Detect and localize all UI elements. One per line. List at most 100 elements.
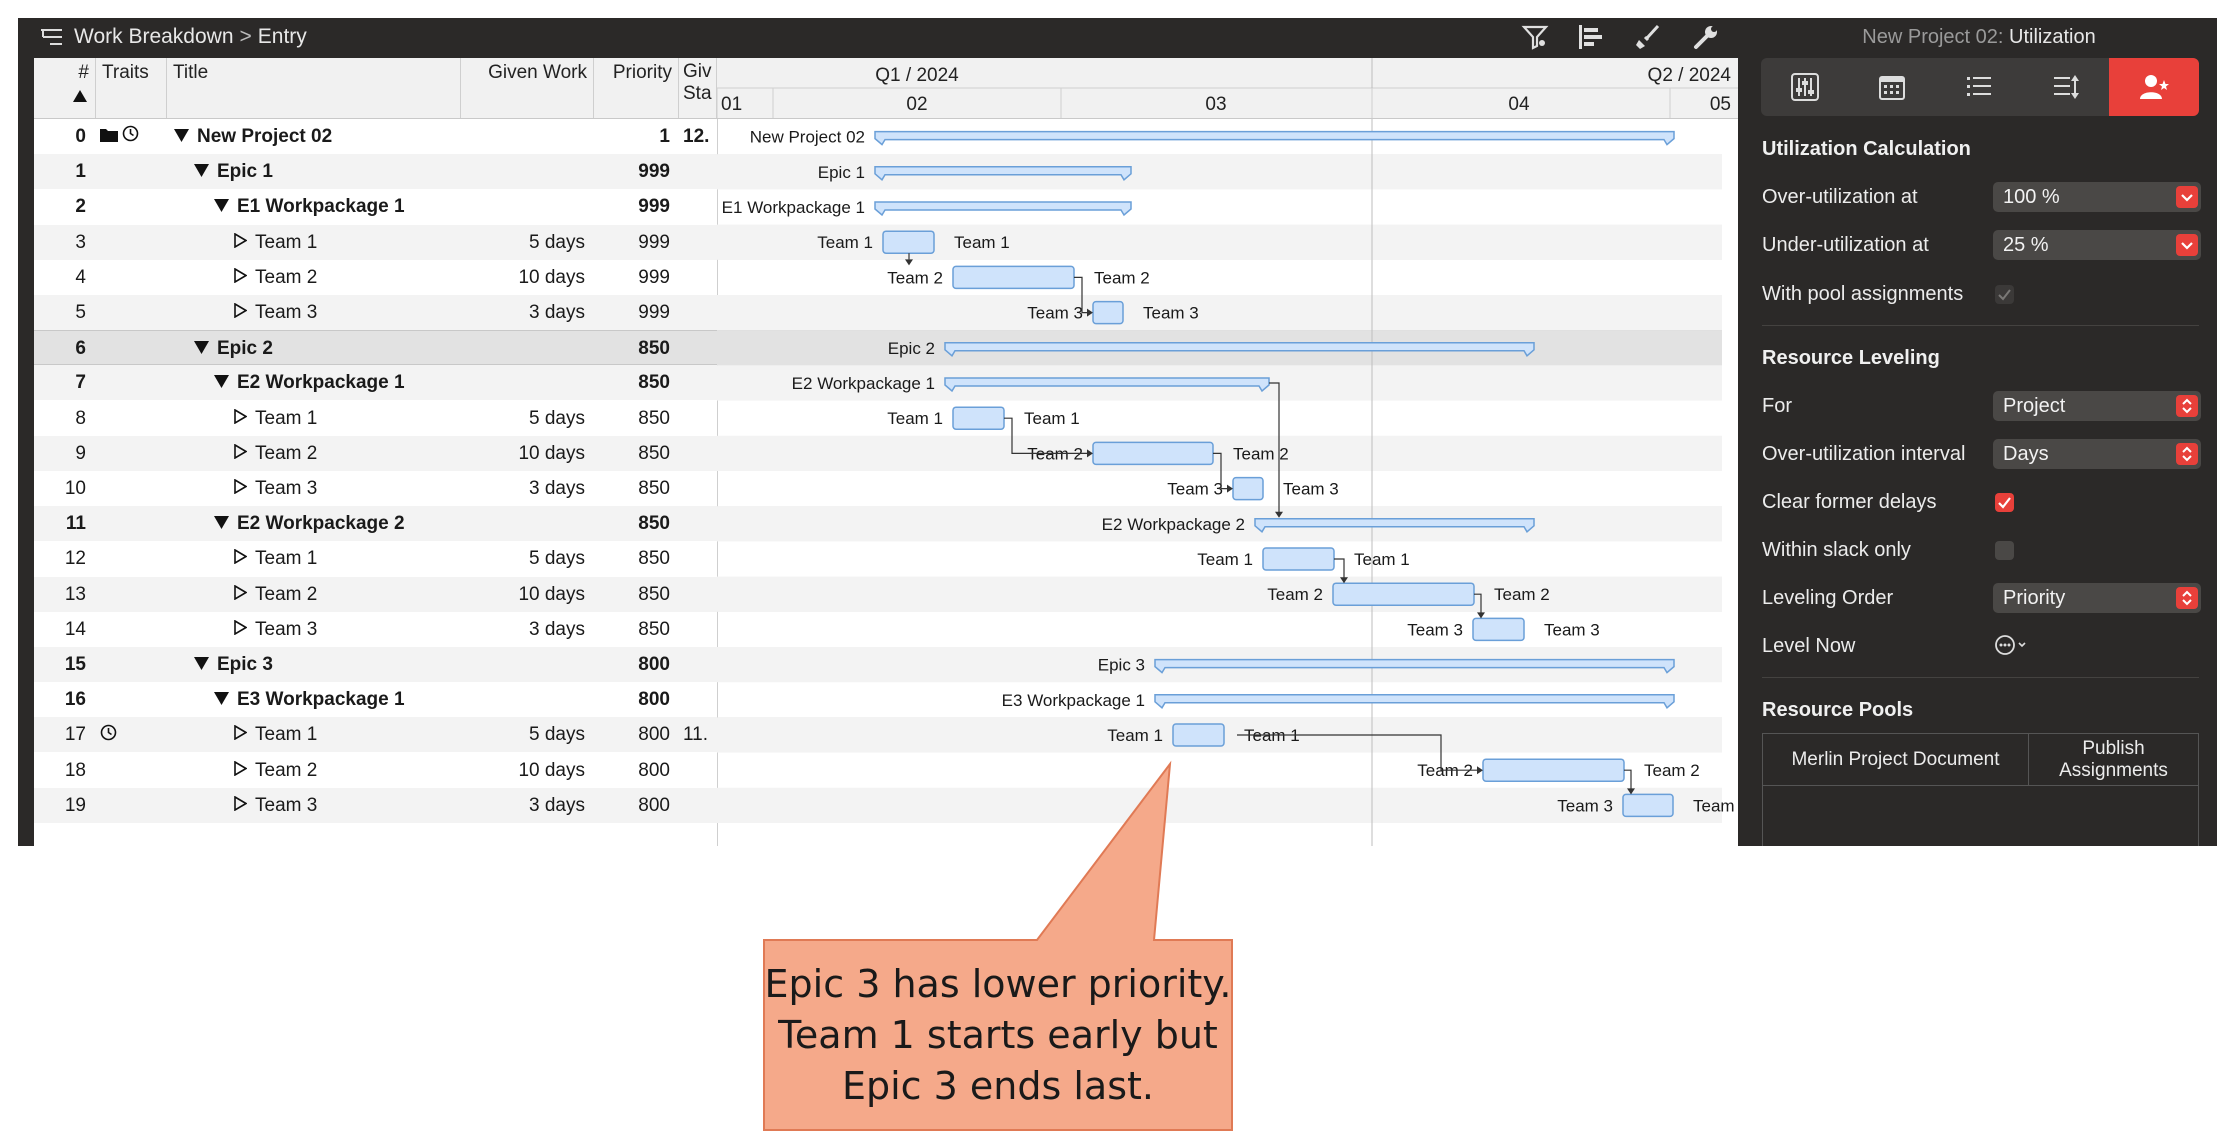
row-given-work[interactable] <box>461 682 585 717</box>
row-priority[interactable]: 850 <box>594 436 670 471</box>
summary-bar[interactable] <box>1154 694 1675 709</box>
row-title-cell[interactable]: Team 3 <box>234 295 317 330</box>
row-given-work[interactable] <box>461 647 585 682</box>
clear-former-delays-checkbox[interactable] <box>1995 493 2014 512</box>
disclosure-open-icon[interactable] <box>174 120 189 155</box>
task-bar[interactable] <box>952 265 1075 290</box>
row-priority[interactable]: 850 <box>594 331 670 366</box>
disclosure-closed-icon[interactable] <box>234 789 248 824</box>
disclosure-closed-icon[interactable] <box>234 718 248 753</box>
resource-person-icon[interactable] <box>2109 58 2199 116</box>
row-given-work[interactable]: 5 days <box>461 541 585 576</box>
task-bar[interactable] <box>952 406 1005 430</box>
row-given-work[interactable] <box>461 154 585 189</box>
row-title-cell[interactable]: Team 1 <box>234 541 317 576</box>
row-title-cell[interactable]: Team 1 <box>234 717 317 752</box>
task-bar[interactable] <box>1232 476 1264 501</box>
disclosure-closed-icon[interactable] <box>234 296 248 331</box>
breadcrumb-current[interactable]: Entry <box>258 25 307 49</box>
row-given-start[interactable] <box>683 471 715 506</box>
row-priority[interactable]: 850 <box>594 577 670 612</box>
disclosure-closed-icon[interactable] <box>234 472 248 507</box>
task-bar[interactable] <box>1482 758 1625 782</box>
row-given-work[interactable] <box>461 365 585 400</box>
row-given-start[interactable] <box>683 682 715 717</box>
row-given-start[interactable] <box>683 295 715 330</box>
row-title-cell[interactable]: Team 3 <box>234 612 317 647</box>
row-given-start[interactable]: 11. <box>683 717 715 752</box>
task-bar[interactable] <box>882 230 935 254</box>
row-given-start[interactable]: 12. <box>683 119 715 154</box>
disclosure-closed-icon[interactable] <box>234 261 248 296</box>
disclosure-closed-icon[interactable] <box>234 226 248 261</box>
row-given-start[interactable] <box>683 788 715 823</box>
row-title-cell[interactable]: E2 Workpackage 2 <box>214 506 405 541</box>
row-given-start[interactable] <box>683 577 715 612</box>
row-given-work[interactable] <box>461 506 585 541</box>
task-bar[interactable] <box>1092 300 1124 325</box>
row-given-start[interactable] <box>683 401 715 436</box>
row-priority[interactable]: 800 <box>594 753 670 788</box>
row-title-cell[interactable]: Epic 1 <box>194 154 273 189</box>
row-priority[interactable]: 850 <box>594 506 670 541</box>
row-priority[interactable]: 850 <box>594 401 670 436</box>
row-given-work[interactable]: 10 days <box>461 577 585 612</box>
sliders-icon[interactable] <box>1761 58 1848 116</box>
disclosure-closed-icon[interactable] <box>234 437 248 472</box>
row-priority[interactable]: 850 <box>594 365 670 400</box>
leveling-for-select[interactable]: Project <box>1993 391 2201 421</box>
row-given-work[interactable]: 5 days <box>461 225 585 260</box>
column-header-title[interactable]: Title <box>167 58 461 118</box>
row-given-work[interactable]: 3 days <box>461 471 585 506</box>
row-given-start[interactable] <box>683 365 715 400</box>
row-priority[interactable]: 999 <box>594 189 670 224</box>
row-given-work[interactable]: 3 days <box>461 295 585 330</box>
row-given-start[interactable] <box>683 189 715 224</box>
row-title-cell[interactable]: Team 2 <box>234 260 317 295</box>
list-icon[interactable] <box>1935 58 2022 116</box>
row-title-cell[interactable]: Epic 2 <box>194 331 273 366</box>
row-priority[interactable]: 800 <box>594 788 670 823</box>
row-given-start[interactable] <box>683 331 715 366</box>
row-priority[interactable]: 1 <box>594 119 670 154</box>
within-slack-only-checkbox[interactable] <box>1995 541 2014 560</box>
column-header-traits[interactable]: Traits <box>96 58 167 118</box>
row-priority[interactable]: 999 <box>594 295 670 330</box>
disclosure-open-icon[interactable] <box>214 683 229 718</box>
row-given-start[interactable] <box>683 541 715 576</box>
row-given-work[interactable]: 3 days <box>461 788 585 823</box>
disclosure-open-icon[interactable] <box>194 332 209 367</box>
disclosure-closed-icon[interactable] <box>234 402 248 437</box>
disclosure-closed-icon[interactable] <box>234 754 248 789</box>
disclosure-open-icon[interactable] <box>214 190 229 225</box>
leveling-order-select[interactable]: Priority <box>1993 583 2201 613</box>
disclosure-open-icon[interactable] <box>194 648 209 683</box>
row-priority[interactable]: 800 <box>594 717 670 752</box>
row-given-work[interactable]: 10 days <box>461 260 585 295</box>
row-given-work[interactable]: 10 days <box>461 753 585 788</box>
row-given-start[interactable] <box>683 225 715 260</box>
row-given-work[interactable]: 5 days <box>461 401 585 436</box>
filter-icon[interactable] <box>1518 21 1552 53</box>
row-title-cell[interactable]: E2 Workpackage 1 <box>214 365 405 400</box>
row-title-cell[interactable]: Team 3 <box>234 471 317 506</box>
row-given-work[interactable] <box>461 331 585 366</box>
row-given-work[interactable]: 10 days <box>461 436 585 471</box>
row-given-start[interactable] <box>683 260 715 295</box>
row-title-cell[interactable]: E3 Workpackage 1 <box>214 682 405 717</box>
task-bar[interactable] <box>1332 582 1475 606</box>
column-header-priority[interactable]: Priority <box>594 58 679 118</box>
task-bar[interactable] <box>1172 723 1225 747</box>
disclosure-open-icon[interactable] <box>194 155 209 190</box>
disclosure-closed-icon[interactable] <box>234 613 248 648</box>
summary-bar[interactable] <box>874 201 1132 217</box>
row-title-cell[interactable]: Team 2 <box>234 577 317 612</box>
row-title-cell[interactable]: Team 1 <box>234 225 317 260</box>
disclosure-open-icon[interactable] <box>214 507 229 542</box>
calendar-icon[interactable] <box>1848 58 1935 116</box>
row-title-cell[interactable]: Team 2 <box>234 436 317 471</box>
row-priority[interactable]: 800 <box>594 647 670 682</box>
row-priority[interactable]: 999 <box>594 154 670 189</box>
disclosure-closed-icon[interactable] <box>234 578 248 613</box>
row-title-cell[interactable]: Team 2 <box>234 753 317 788</box>
